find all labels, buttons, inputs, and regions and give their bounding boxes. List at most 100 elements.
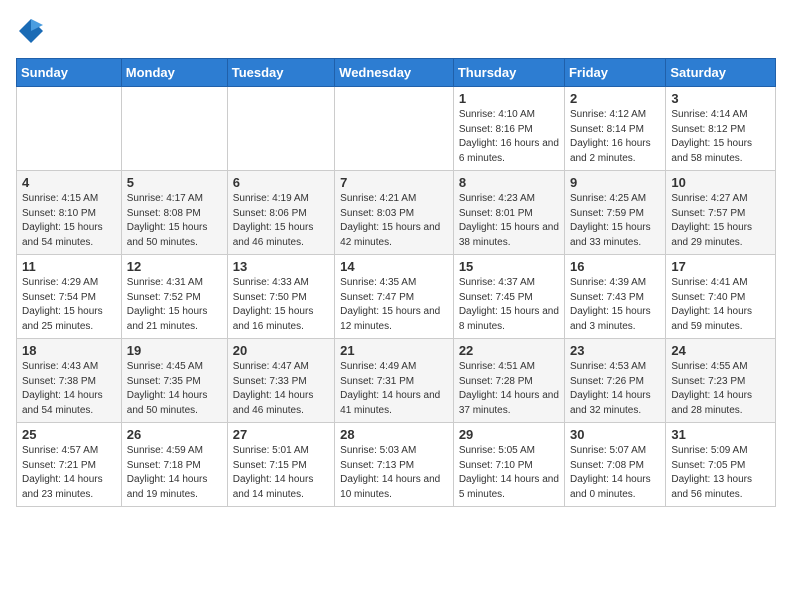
day-number: 1: [459, 91, 559, 106]
header: [16, 16, 776, 46]
day-cell-25: 25 Sunrise: 4:57 AMSunset: 7:21 PMDayligh…: [17, 423, 122, 507]
day-number: 5: [127, 175, 222, 190]
day-cell-11: 11 Sunrise: 4:29 AMSunset: 7:54 PMDayligh…: [17, 255, 122, 339]
day-cell-empty-2: [227, 87, 334, 171]
day-cell-27: 27 Sunrise: 5:01 AMSunset: 7:15 PMDayligh…: [227, 423, 334, 507]
day-info: Sunrise: 4:21 AMSunset: 8:03 PMDaylight:…: [340, 192, 448, 250]
day-cell-4: 4 Sunrise: 4:15 AMSunset: 8:10 PMDaylight…: [17, 171, 122, 255]
day-info: Sunrise: 4:45 AMSunset: 7:35 PMDaylight:…: [127, 360, 222, 418]
day-info: Sunrise: 4:29 AMSunset: 7:54 PMDaylight:…: [22, 276, 116, 334]
day-number: 11: [22, 259, 116, 274]
day-number: 28: [340, 427, 448, 442]
day-number: 20: [233, 343, 329, 358]
day-number: 4: [22, 175, 116, 190]
day-cell-6: 6Sunrise: 4:19 AMSunset: 8:06 PMDaylight…: [227, 171, 334, 255]
day-number: 24: [671, 343, 770, 358]
day-cell-10: 10 Sunrise: 4:27 AMSunset: 7:57 PMDayligh…: [666, 171, 776, 255]
day-number: 8: [459, 175, 559, 190]
day-number: 3: [671, 91, 770, 106]
day-info: Sunrise: 4:23 AMSunset: 8:01 PMDaylight:…: [459, 192, 559, 250]
day-number: 27: [233, 427, 329, 442]
day-cell-22: 22 Sunrise: 4:51 AMSunset: 7:28 PMDayligh…: [453, 339, 564, 423]
day-info: Sunrise: 4:51 AMSunset: 7:28 PMDaylight:…: [459, 360, 559, 418]
day-cell-14: 14Sunrise: 4:35 AMSunset: 7:47 PMDayligh…: [335, 255, 454, 339]
day-number: 6: [233, 175, 329, 190]
week-row-2: 4 Sunrise: 4:15 AMSunset: 8:10 PMDaylight…: [17, 171, 776, 255]
day-info: Sunrise: 5:03 AMSunset: 7:13 PMDaylight:…: [340, 444, 448, 502]
day-info: Sunrise: 4:39 AMSunset: 7:43 PMDaylight:…: [570, 276, 660, 334]
day-info: Sunrise: 4:10 AMSunset: 8:16 PMDaylight:…: [459, 108, 559, 166]
day-cell-21: 21 Sunrise: 4:49 AMSunset: 7:31 PMDayligh…: [335, 339, 454, 423]
day-info: Sunrise: 5:07 AMSunset: 7:08 PMDaylight:…: [570, 444, 660, 502]
day-cell-7: 7 Sunrise: 4:21 AMSunset: 8:03 PMDaylight…: [335, 171, 454, 255]
day-number: 30: [570, 427, 660, 442]
day-cell-30: 30 Sunrise: 5:07 AMSunset: 7:08 PMDayligh…: [564, 423, 665, 507]
day-number: 7: [340, 175, 448, 190]
day-number: 19: [127, 343, 222, 358]
week-row-1: 1 Sunrise: 4:10 AMSunset: 8:16 PMDaylight…: [17, 87, 776, 171]
day-info: Sunrise: 4:14 AMSunset: 8:12 PMDaylight:…: [671, 108, 770, 166]
day-cell-20: 20 Sunrise: 4:47 AMSunset: 7:33 PMDayligh…: [227, 339, 334, 423]
day-cell-31: 31 Sunrise: 5:09 AMSunset: 7:05 PMDayligh…: [666, 423, 776, 507]
weekday-header-saturday: Saturday: [666, 59, 776, 87]
day-number: 16: [570, 259, 660, 274]
day-cell-26: 26Sunrise: 4:59 AMSunset: 7:18 PMDayligh…: [121, 423, 227, 507]
day-cell-16: 16 Sunrise: 4:39 AMSunset: 7:43 PMDayligh…: [564, 255, 665, 339]
day-info: Sunrise: 4:43 AMSunset: 7:38 PMDaylight:…: [22, 360, 116, 418]
week-row-5: 25 Sunrise: 4:57 AMSunset: 7:21 PMDayligh…: [17, 423, 776, 507]
day-cell-1: 1 Sunrise: 4:10 AMSunset: 8:16 PMDaylight…: [453, 87, 564, 171]
day-info: Sunrise: 4:17 AMSunset: 8:08 PMDaylight:…: [127, 192, 222, 250]
day-cell-12: 12 Sunrise: 4:31 AMSunset: 7:52 PMDayligh…: [121, 255, 227, 339]
day-number: 22: [459, 343, 559, 358]
week-row-4: 18 Sunrise: 4:43 AMSunset: 7:38 PMDayligh…: [17, 339, 776, 423]
day-info: Sunrise: 4:25 AMSunset: 7:59 PMDaylight:…: [570, 192, 660, 250]
weekday-header-tuesday: Tuesday: [227, 59, 334, 87]
day-info: Sunrise: 4:55 AMSunset: 7:23 PMDaylight:…: [671, 360, 770, 418]
day-info: Sunrise: 4:12 AMSunset: 8:14 PMDaylight:…: [570, 108, 660, 166]
day-cell-empty-3: [335, 87, 454, 171]
day-info: Sunrise: 4:33 AMSunset: 7:50 PMDaylight:…: [233, 276, 329, 334]
day-number: 31: [671, 427, 770, 442]
day-info: Sunrise: 4:59 AMSunset: 7:18 PMDaylight:…: [127, 444, 222, 502]
weekday-header-row: SundayMondayTuesdayWednesdayThursdayFrid…: [17, 59, 776, 87]
day-info: Sunrise: 4:27 AMSunset: 7:57 PMDaylight:…: [671, 192, 770, 250]
day-number: 21: [340, 343, 448, 358]
day-cell-empty-0: [17, 87, 122, 171]
day-number: 2: [570, 91, 660, 106]
day-number: 25: [22, 427, 116, 442]
weekday-header-monday: Monday: [121, 59, 227, 87]
logo-icon: [16, 16, 46, 46]
day-cell-8: 8 Sunrise: 4:23 AMSunset: 8:01 PMDaylight…: [453, 171, 564, 255]
day-cell-17: 17Sunrise: 4:41 AMSunset: 7:40 PMDayligh…: [666, 255, 776, 339]
day-number: 14: [340, 259, 448, 274]
day-number: 23: [570, 343, 660, 358]
day-number: 18: [22, 343, 116, 358]
day-cell-15: 15Sunrise: 4:37 AMSunset: 7:45 PMDayligh…: [453, 255, 564, 339]
day-cell-28: 28 Sunrise: 5:03 AMSunset: 7:13 PMDayligh…: [335, 423, 454, 507]
weekday-header-thursday: Thursday: [453, 59, 564, 87]
day-cell-18: 18 Sunrise: 4:43 AMSunset: 7:38 PMDayligh…: [17, 339, 122, 423]
day-cell-2: 2 Sunrise: 4:12 AMSunset: 8:14 PMDaylight…: [564, 87, 665, 171]
day-cell-9: 9 Sunrise: 4:25 AMSunset: 7:59 PMDaylight…: [564, 171, 665, 255]
day-info: Sunrise: 4:57 AMSunset: 7:21 PMDaylight:…: [22, 444, 116, 502]
week-row-3: 11 Sunrise: 4:29 AMSunset: 7:54 PMDayligh…: [17, 255, 776, 339]
day-info: Sunrise: 4:31 AMSunset: 7:52 PMDaylight:…: [127, 276, 222, 334]
logo: [16, 16, 50, 46]
day-number: 12: [127, 259, 222, 274]
day-info: Sunrise: 5:09 AMSunset: 7:05 PMDaylight:…: [671, 444, 770, 502]
day-info: Sunrise: 4:37 AMSunset: 7:45 PMDaylight:…: [459, 276, 559, 334]
day-cell-29: 29Sunrise: 5:05 AMSunset: 7:10 PMDayligh…: [453, 423, 564, 507]
day-info: Sunrise: 4:49 AMSunset: 7:31 PMDaylight:…: [340, 360, 448, 418]
day-cell-empty-1: [121, 87, 227, 171]
day-info: Sunrise: 4:15 AMSunset: 8:10 PMDaylight:…: [22, 192, 116, 250]
day-number: 13: [233, 259, 329, 274]
day-info: Sunrise: 4:47 AMSunset: 7:33 PMDaylight:…: [233, 360, 329, 418]
day-cell-23: 23Sunrise: 4:53 AMSunset: 7:26 PMDayligh…: [564, 339, 665, 423]
day-number: 9: [570, 175, 660, 190]
day-info: Sunrise: 5:01 AMSunset: 7:15 PMDaylight:…: [233, 444, 329, 502]
day-cell-19: 19 Sunrise: 4:45 AMSunset: 7:35 PMDayligh…: [121, 339, 227, 423]
day-number: 17: [671, 259, 770, 274]
day-number: 10: [671, 175, 770, 190]
weekday-header-sunday: Sunday: [17, 59, 122, 87]
day-cell-5: 5 Sunrise: 4:17 AMSunset: 8:08 PMDaylight…: [121, 171, 227, 255]
